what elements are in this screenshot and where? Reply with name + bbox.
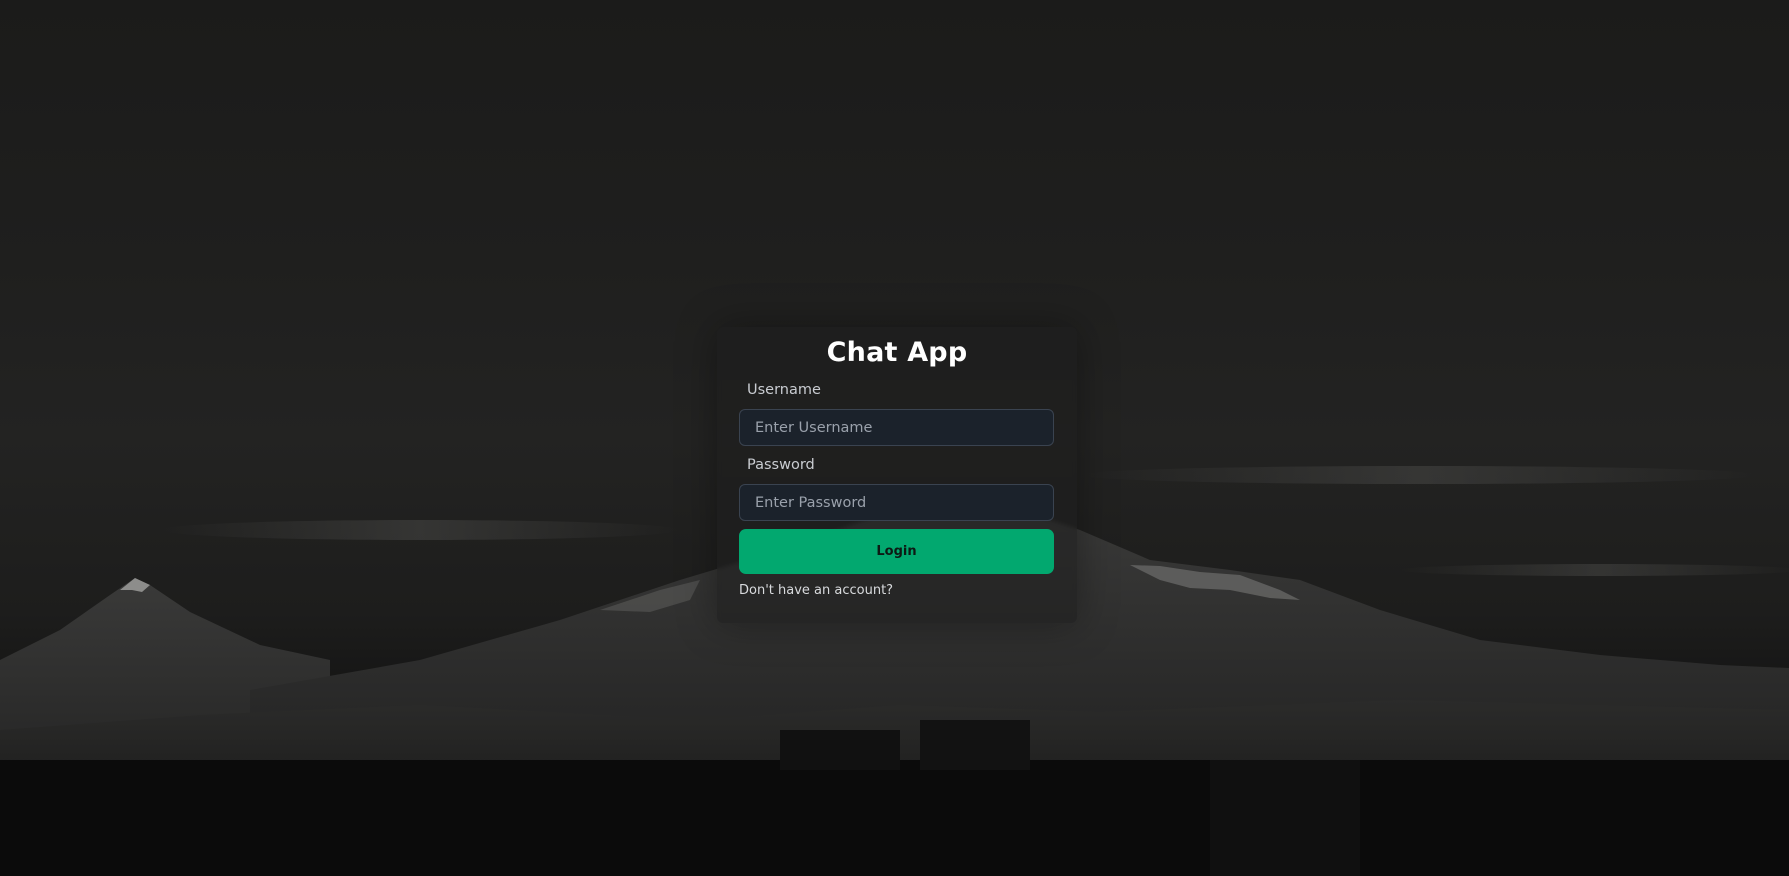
- username-label: Username: [747, 382, 821, 398]
- cloud-streak: [1080, 466, 1760, 484]
- cloud-streak: [1400, 564, 1789, 576]
- login-card: Chat App Username Password Login Don't h…: [717, 327, 1077, 623]
- password-label: Password: [747, 457, 815, 473]
- city-silhouette: [0, 760, 1789, 876]
- building: [780, 730, 900, 770]
- login-button[interactable]: Login: [739, 529, 1054, 574]
- building: [1210, 760, 1360, 876]
- building: [920, 720, 1030, 770]
- app-title: Chat App: [826, 337, 968, 368]
- cloud-streak: [160, 520, 680, 540]
- username-input[interactable]: [739, 409, 1054, 446]
- password-input[interactable]: [739, 484, 1054, 521]
- signup-link[interactable]: Don't have an account?: [739, 583, 893, 598]
